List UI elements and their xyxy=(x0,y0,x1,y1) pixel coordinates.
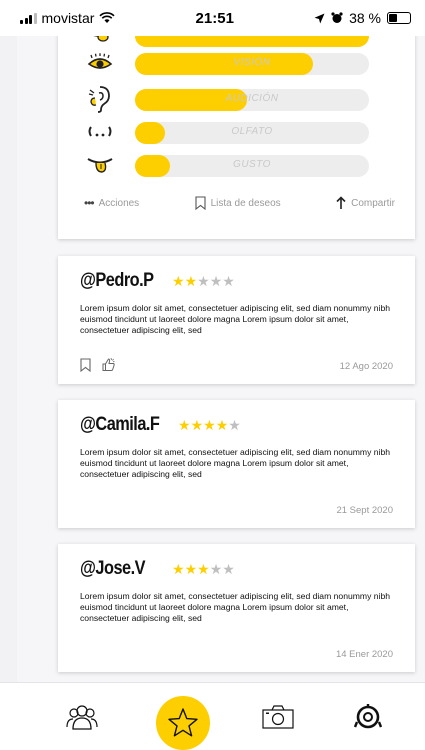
rating-stars: ★★★★★ xyxy=(178,417,241,434)
star-icon: ★ xyxy=(184,273,198,289)
ear-icon xyxy=(84,86,116,113)
camera-button[interactable] xyxy=(258,697,298,737)
more-actions-label: Acciones xyxy=(98,197,140,209)
review-text: Lorem ipsum dolor sit amet, consectetuer… xyxy=(80,591,391,623)
sense-row-audicion: AUDICIÓN xyxy=(58,86,415,113)
bookmark-icon xyxy=(195,196,206,210)
share-arrow-icon xyxy=(336,196,346,209)
clock: 21:51 xyxy=(195,9,234,27)
star-icon: ★ xyxy=(184,561,198,577)
status-right: 38 % xyxy=(314,10,411,26)
sense-bar-label: GUSTO xyxy=(233,159,271,170)
review-date: 12 Ago 2020 xyxy=(339,361,393,372)
star-icon: ★ xyxy=(197,561,210,577)
star-icon: ★ xyxy=(215,417,229,433)
carrier-label: movistar xyxy=(41,10,95,26)
signal-icon xyxy=(20,12,37,24)
community-icon xyxy=(66,705,98,730)
wishlist-label: Lista de deseos xyxy=(210,197,281,209)
status-left: movistar xyxy=(20,10,116,26)
sense-bar-track: OLFATO xyxy=(135,122,369,144)
battery-percent: 38 % xyxy=(349,10,381,26)
status-bar: movistar 21:51 38 % xyxy=(0,0,425,36)
star-icon: ★ xyxy=(190,417,204,433)
wifi-icon xyxy=(99,12,116,23)
content-scroll[interactable]: VISIÓN AUDICIÓN OLFATO GUSTO ••• Accione… xyxy=(17,0,425,682)
share-label: Compartir xyxy=(351,197,395,209)
profile-sense-icon xyxy=(353,704,383,729)
star-icon: ★ xyxy=(209,561,223,577)
star-icon: ★ xyxy=(228,417,241,433)
sense-bar-label: VISIÓN xyxy=(233,57,271,68)
sense-bar-track: GUSTO xyxy=(135,155,369,177)
tongue-icon xyxy=(84,152,116,178)
sense-bar-label: AUDICIÓN xyxy=(225,93,279,104)
community-button[interactable] xyxy=(62,697,102,737)
star-icon xyxy=(168,708,198,737)
nose-icon xyxy=(84,119,116,145)
star-icon: ★ xyxy=(203,417,216,433)
sense-row-vision: VISIÓN xyxy=(58,50,415,76)
star-icon: ★ xyxy=(222,273,235,289)
rating-stars: ★★★★★ xyxy=(172,273,235,290)
sense-bar-label: OLFATO xyxy=(231,126,273,137)
review-card[interactable]: @Pedro.P ★★★★★ Lorem ipsum dolor sit ame… xyxy=(58,256,415,384)
review-username[interactable]: @Pedro.P xyxy=(80,270,154,292)
star-icon: ★ xyxy=(209,273,223,289)
star-icon: ★ xyxy=(222,561,235,577)
sense-bar-track: AUDICIÓN xyxy=(135,89,369,111)
location-arrow-icon xyxy=(314,13,325,23)
review-username[interactable]: @Camila.F xyxy=(80,414,160,436)
like-icon[interactable] xyxy=(101,357,116,372)
actions-bar: ••• Acciones Lista de deseos Compartir xyxy=(84,196,395,210)
review-username[interactable]: @Jose.V xyxy=(80,558,146,580)
bookmark-icon[interactable] xyxy=(80,357,91,372)
review-text: Lorem ipsum dolor sit amet, consectetuer… xyxy=(80,447,391,479)
star-icon: ★ xyxy=(197,273,210,289)
review-card[interactable]: @Jose.V ★★★★★ Lorem ipsum dolor sit amet… xyxy=(58,544,415,672)
alarm-icon xyxy=(331,12,343,23)
sense-row-gusto: GUSTO xyxy=(58,152,415,178)
rating-stars: ★★★★★ xyxy=(172,561,235,578)
sense-row-olfato: OLFATO xyxy=(58,119,415,145)
camera-icon xyxy=(262,705,294,729)
wishlist-button[interactable]: Lista de deseos xyxy=(195,196,281,210)
battery-icon xyxy=(386,12,411,24)
senses-profile-button[interactable] xyxy=(348,697,388,737)
review-text: Lorem ipsum dolor sit amet, consectetuer… xyxy=(80,303,391,335)
star-icon: ★ xyxy=(178,417,191,433)
more-dots-icon: ••• xyxy=(84,196,95,210)
star-icon: ★ xyxy=(172,273,185,289)
review-actions xyxy=(80,357,116,372)
review-card[interactable]: @Camila.F ★★★★★ Lorem ipsum dolor sit am… xyxy=(58,400,415,528)
review-date: 14 Ener 2020 xyxy=(335,649,393,660)
star-icon: ★ xyxy=(172,561,185,577)
eye-icon xyxy=(84,50,116,76)
more-actions-button[interactable]: ••• Acciones xyxy=(84,196,139,210)
bottom-nav xyxy=(0,682,425,750)
review-date: 21 Sept 2020 xyxy=(336,505,393,516)
sense-bar-track: VISIÓN xyxy=(135,53,369,75)
favorites-button[interactable] xyxy=(156,696,210,750)
share-button[interactable]: Compartir xyxy=(336,196,395,210)
